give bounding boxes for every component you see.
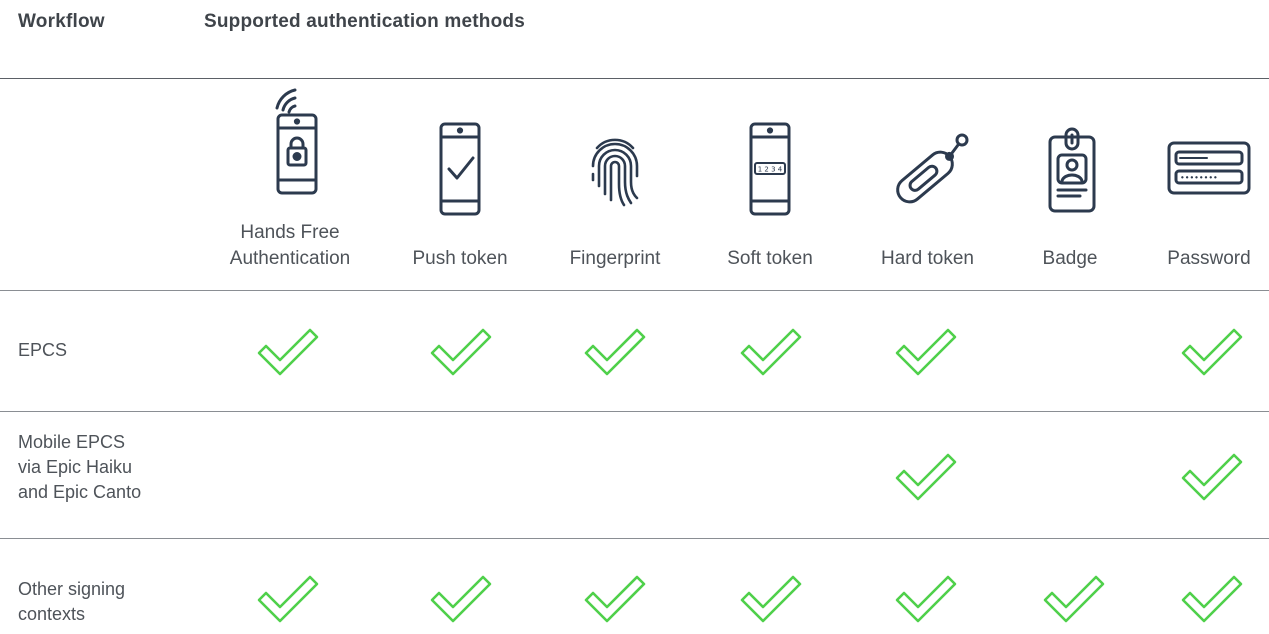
supported-check-icon [739,572,803,624]
method-fingerprint: Fingerprint [550,79,680,290]
method-label-soft-token: Soft token [727,248,813,269]
method-soft-token: 1 2 3 4 Soft token [705,79,835,290]
phone-wireless-lock-icon [255,88,325,196]
method-label-push-token: Push token [412,248,508,269]
method-push-token: Push token [395,79,525,290]
workflow-label-line: Mobile EPCS [18,432,126,452]
workflow-row-mobile-epcs: Mobile EPCS via Epic Haiku and Epic Cant… [0,412,1269,538]
supported-check-icon [429,572,493,624]
fingerprint-icon [589,136,641,208]
workflow-label-line: via Epic Haiku [18,457,133,477]
supported-check-icon [894,325,958,377]
workflow-label: EPCS [18,338,67,363]
method-label-fingerprint: Fingerprint [569,248,661,269]
supported-check-icon [894,450,958,502]
phone-checkmark-icon [432,122,488,216]
method-label-badge: Badge [1042,248,1098,269]
workflow-label-line: contexts [18,604,86,624]
supported-check-icon [256,572,320,624]
workflow-label-line: and Epic Canto [18,482,142,502]
supported-check-icon [1042,572,1106,624]
workflow-label-line: Other signing [18,579,126,599]
supported-check-icon [583,572,647,624]
workflow-label: Other signing contexts [18,577,125,627]
password-form-icon: •••••••• [1167,141,1251,195]
password-dots: •••••••• [1180,174,1218,183]
method-label-hands-free-line1: Hands Free [240,222,340,243]
method-hard-token: Hard token [860,79,995,290]
workflow-label: Mobile EPCS via Epic Haiku and Epic Cant… [18,430,141,505]
workflow-column-header: Workflow [18,11,105,32]
supported-check-icon [1180,572,1244,624]
supported-check-icon [429,325,493,377]
method-password: •••••••• Password [1150,79,1268,290]
supported-check-icon [1180,450,1244,502]
methods-header-row: Hands Free Authentication Push token Fin… [0,79,1269,290]
supported-check-icon [1180,325,1244,377]
method-hands-free: Hands Free Authentication [210,79,370,290]
method-label-hands-free-line2: Authentication [229,248,351,269]
workflow-label-line: EPCS [18,340,68,360]
supported-check-icon [739,325,803,377]
id-badge-icon [1040,127,1100,217]
table-header: Workflow Supported authentication method… [0,0,1269,78]
supported-check-icon [583,325,647,377]
phone-code-icon: 1 2 3 4 [742,122,798,216]
soft-token-code: 1 2 3 4 [758,166,783,174]
method-label-password: Password [1167,248,1251,269]
method-badge: Badge [1025,79,1115,290]
supported-check-icon [256,325,320,377]
supported-check-icon [894,572,958,624]
method-label-hard-token: Hard token [881,248,974,269]
methods-column-header: Supported authentication methods [204,11,525,32]
usb-token-icon [883,131,973,211]
